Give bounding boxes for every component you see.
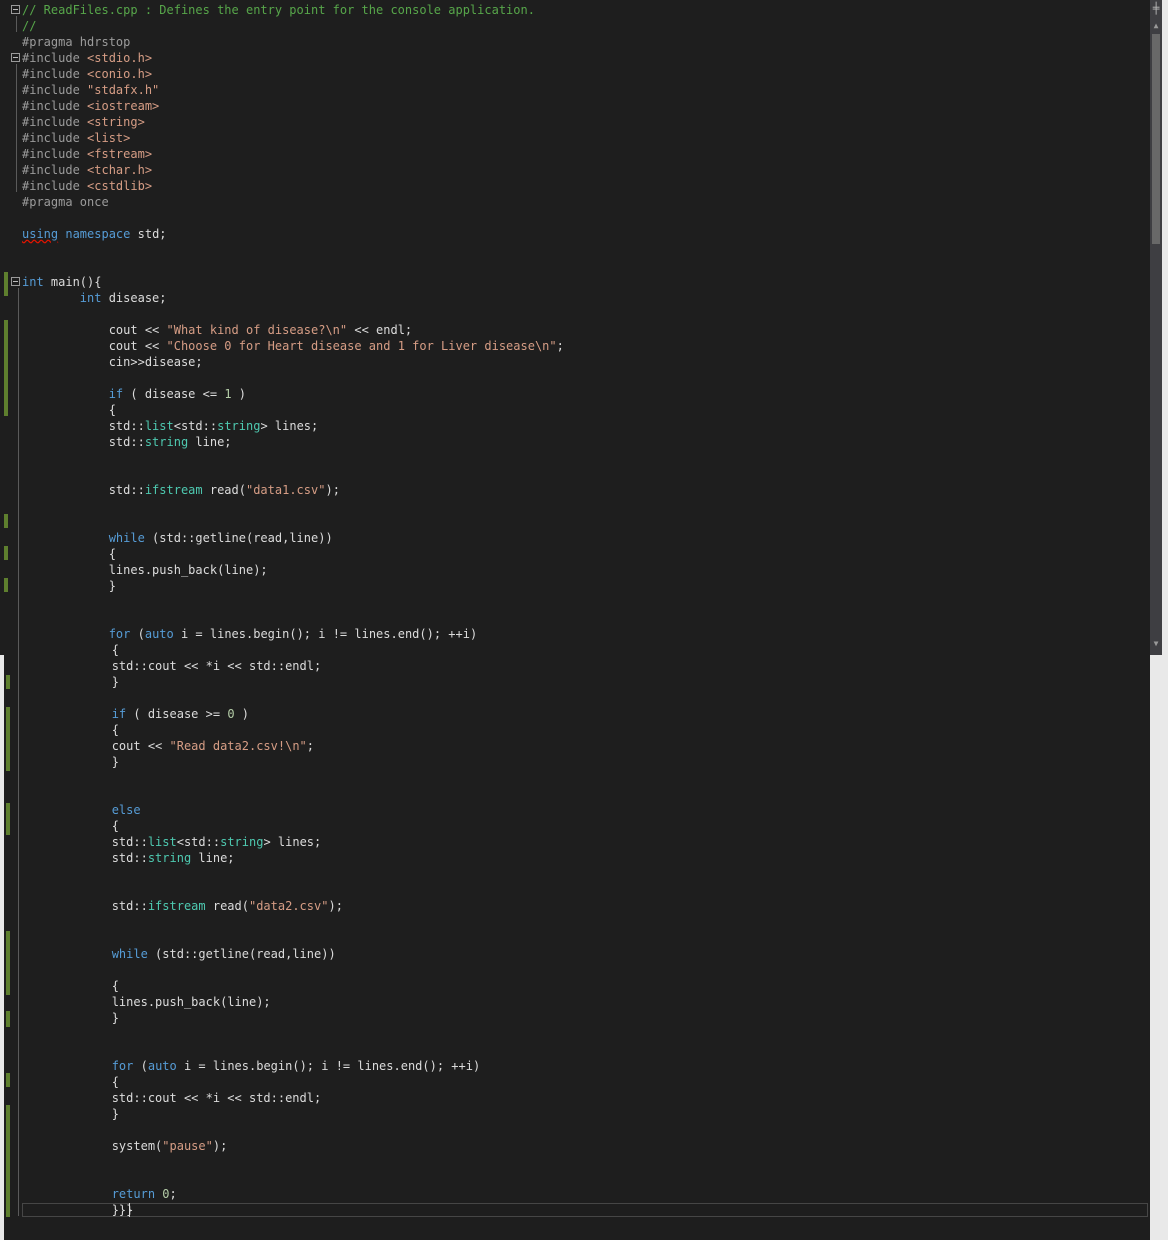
code-editor-pane-continued[interactable]: { std::cout << *i << std::endl; } if ( d… xyxy=(4,641,1150,1240)
change-bar xyxy=(6,707,10,771)
code-line[interactable]: // ReadFiles.cpp : Defines the entry poi… xyxy=(22,2,535,18)
fold-toggle-icon[interactable] xyxy=(11,53,20,62)
scroll-up-arrow-icon[interactable]: ▲ xyxy=(1152,22,1160,30)
code-line[interactable]: cout << "Choose 0 for Heart disease and … xyxy=(22,338,564,354)
fold-guide xyxy=(18,641,19,1216)
code-line[interactable]: using namespace std; xyxy=(22,226,167,242)
code-line[interactable]: else xyxy=(25,802,141,818)
code-line[interactable]: while (std::getline(read,line)) xyxy=(22,530,333,546)
code-line[interactable]: for (auto i = lines.begin(); i != lines.… xyxy=(25,1058,480,1074)
change-bar xyxy=(4,578,8,592)
code-line[interactable]: #include <stdio.h> xyxy=(22,50,152,66)
code-line[interactable]: lines.push_back(line); xyxy=(25,994,271,1010)
change-bar xyxy=(4,514,8,528)
split-window-icon[interactable]: ╪ xyxy=(1150,2,1162,16)
code-line[interactable]: // xyxy=(22,18,36,34)
code-line[interactable]: while (std::getline(read,line)) xyxy=(25,946,336,962)
change-bar xyxy=(6,931,10,995)
scrollbar-thumb[interactable] xyxy=(1152,34,1160,244)
code-line[interactable]: { xyxy=(25,978,119,994)
fold-guide xyxy=(16,16,17,32)
code-line[interactable]: return 0; xyxy=(25,1186,177,1202)
change-bar xyxy=(6,1011,10,1027)
fold-toggle-icon[interactable] xyxy=(11,277,20,286)
code-line[interactable]: { xyxy=(25,1074,119,1090)
code-line[interactable]: system("pause"); xyxy=(25,1138,228,1154)
code-line[interactable]: #include <conio.h> xyxy=(22,66,152,82)
change-bar xyxy=(6,675,10,689)
code-line[interactable]: { xyxy=(22,402,116,418)
code-line[interactable]: } xyxy=(25,1106,119,1122)
code-line[interactable]: } xyxy=(22,578,116,594)
code-line[interactable]: { xyxy=(22,546,116,562)
code-editor-pane[interactable]: // ReadFiles.cpp : Defines the entry poi… xyxy=(0,0,1150,655)
change-bar xyxy=(6,1105,10,1217)
code-line[interactable]: int main(){ xyxy=(22,274,101,290)
code-line[interactable]: { xyxy=(25,722,119,738)
code-line[interactable]: std::string line; xyxy=(22,434,232,450)
fold-toggle-icon[interactable] xyxy=(11,5,20,14)
code-line[interactable]: if ( disease >= 0 ) xyxy=(25,706,249,722)
code-line[interactable]: for (auto i = lines.begin(); i != lines.… xyxy=(22,626,477,642)
code-line[interactable]: } xyxy=(25,754,119,770)
scroll-down-arrow-icon[interactable]: ▼ xyxy=(1152,640,1160,648)
code-line[interactable]: #include <iostream> xyxy=(22,98,159,114)
code-line[interactable]: #include <tchar.h> xyxy=(22,162,152,178)
code-line[interactable]: lines.push_back(line); xyxy=(22,562,268,578)
code-line[interactable]: std::list<std::string> lines; xyxy=(22,418,319,434)
code-line[interactable]: #include "stdafx.h" xyxy=(22,82,159,98)
code-line[interactable]: int disease; xyxy=(22,290,167,306)
code-line[interactable]: #pragma once xyxy=(22,194,109,210)
code-line[interactable]: } xyxy=(25,1010,119,1026)
code-line[interactable]: std::cout << *i << std::endl; xyxy=(25,658,322,674)
change-bar xyxy=(6,803,10,835)
vertical-scrollbar[interactable]: ▲ ▼ xyxy=(1150,0,1162,655)
code-line[interactable]: #include <cstdlib> xyxy=(22,178,152,194)
code-line[interactable]: #include <list> xyxy=(22,130,130,146)
code-line[interactable]: cout << "Read data2.csv!\n"; xyxy=(25,738,314,754)
code-line[interactable]: std::list<std::string> lines; xyxy=(25,834,322,850)
code-line[interactable]: { xyxy=(25,642,119,658)
code-line[interactable]: #include <fstream> xyxy=(22,146,152,162)
code-line[interactable]: #pragma hdrstop xyxy=(22,34,130,50)
code-line[interactable]: std::ifstream read("data2.csv"); xyxy=(25,898,343,914)
code-line[interactable]: } xyxy=(25,674,119,690)
text-caret xyxy=(129,1203,130,1217)
code-line[interactable]: std::ifstream read("data1.csv"); xyxy=(22,482,340,498)
code-line[interactable]: cout << "What kind of disease?\n" << end… xyxy=(22,322,412,338)
code-line[interactable]: if ( disease <= 1 ) xyxy=(22,386,246,402)
code-line[interactable]: cin>>disease; xyxy=(22,354,203,370)
current-line-highlight xyxy=(22,1203,1148,1217)
change-bar xyxy=(6,1073,10,1087)
change-bar xyxy=(4,546,8,560)
change-bar xyxy=(4,272,8,296)
code-line[interactable]: { xyxy=(25,818,119,834)
fold-guide xyxy=(16,64,17,192)
code-line[interactable]: std::cout << *i << std::endl; xyxy=(25,1090,322,1106)
code-line[interactable]: std::string line; xyxy=(25,850,235,866)
change-bar xyxy=(4,320,8,416)
code-line[interactable]: #include <string> xyxy=(22,114,145,130)
fold-guide xyxy=(18,288,19,655)
